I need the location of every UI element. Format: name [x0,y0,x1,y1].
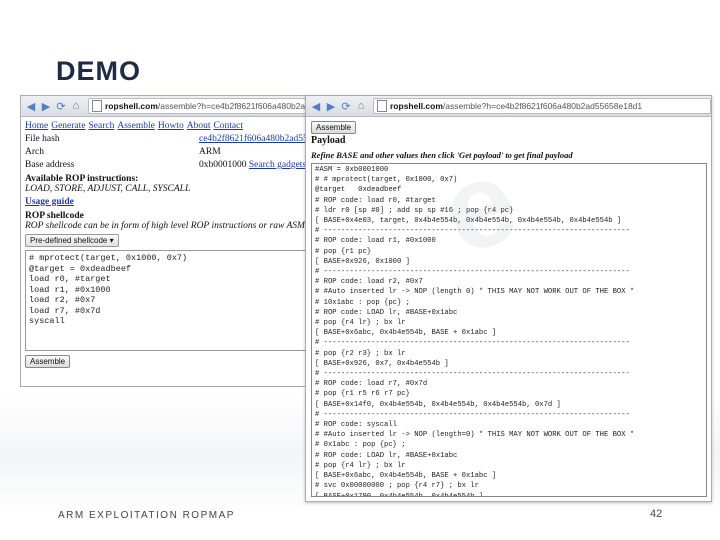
site-nav: Home Generate Search Assemble Howto About Cont… [25,121,315,131]
base-address-value: 0xb0001000 [199,160,247,170]
back-arrow-icon[interactable]: ◀ [24,99,38,113]
available-list: LOAD, STORE, ADJUST, CALL, SYSCALL [25,184,191,194]
chevron-down-icon: ▾ [109,236,114,245]
page-icon [377,100,387,112]
reload-icon[interactable]: ⟳ [54,99,68,113]
forward-arrow-icon[interactable]: ▶ [324,99,338,113]
browser-window-assemble: ◀ ▶ ⟳ ⌂ ropshell.com/assemble?h=ce4b2f86… [20,95,320,387]
browser-toolbar-2: ◀ ▶ ⟳ ⌂ ropshell.com/assemble?h=ce4b2f86… [306,96,711,117]
file-hash-row: File hash ce4b2f8621f606a480b2ad55 [25,134,315,144]
forward-arrow-icon[interactable]: ▶ [39,99,53,113]
page-content: Home Generate Search Assemble Howto About Cont… [21,117,319,372]
nav-link-about[interactable]: About [187,121,211,131]
nav-link-contact[interactable]: Contact [213,121,243,131]
address-bar[interactable]: ropshell.com/assemble?h=ce4b2f8621f606a4… [88,98,319,114]
file-hash-label: File hash [25,134,60,144]
nav-link-home[interactable]: Home [25,121,48,131]
reload-icon[interactable]: ⟳ [339,99,353,113]
nav-link-assemble[interactable]: Assemble [117,121,154,131]
url-path-2: /assemble?h=ce4b2f8621f606a480b2ad55658e… [442,101,643,111]
nav-link-generate[interactable]: Generate [51,121,85,131]
shellcode-select[interactable]: Pre-defined shellcode ▾ [25,234,119,247]
available-heading: Available ROP instructions: [25,174,139,184]
home-icon[interactable]: ⌂ [354,99,368,113]
nav-link-howto[interactable]: Howto [158,121,184,131]
arch-row: Arch ARM [25,147,315,157]
assemble-button-2[interactable]: Assemble [311,121,357,134]
base-address-row: Base address 0xb0001000 Search gadgets [25,160,315,170]
page-icon [92,100,102,112]
payload-heading: Payload [311,135,346,146]
shellcode-textarea[interactable]: # mprotect(target, 0x1000, 0x7) @target … [25,250,313,351]
shellcode-heading: ROP shellcode [25,211,84,221]
back-arrow-icon[interactable]: ◀ [309,99,323,113]
file-hash-link[interactable]: ce4b2f8621f606a480b2ad55 [199,134,308,144]
url-path: /assemble?h=ce4b2f8621f606a480b2ad5 [157,101,315,111]
search-gadgets-link[interactable]: Search gadgets [249,160,306,170]
nav-link-search[interactable]: Search [89,121,115,131]
base-address-label: Base address [25,160,75,170]
browser-window-payload: ◀ ▶ ⟳ ⌂ ropshell.com/assemble?h=ce4b2f86… [305,95,712,502]
url-host: ropshell.com [105,101,158,111]
browser-toolbar: ◀ ▶ ⟳ ⌂ ropshell.com/assemble?h=ce4b2f86… [21,96,319,117]
slide-title: DEMO [56,56,141,86]
payload-output[interactable]: #ASM = 0xb0001000 # # mprotect(target, 0… [311,163,707,497]
footer-title: ARM EXPLOITATION ROPMAP [58,510,235,521]
url-host-2: ropshell.com [390,101,443,111]
assemble-button[interactable]: Assemble [25,355,71,368]
page-number: 42 [650,508,663,520]
usage-guide-link[interactable]: Usage guide [25,197,74,207]
shellcode-note: ROP shellcode can be in form of high lev… [25,221,308,231]
shellcode-select-value: Pre-defined shellcode [30,236,108,245]
home-icon[interactable]: ⌂ [69,99,83,113]
payload-hint: Refine BASE and other values then click … [311,150,573,160]
address-bar-2[interactable]: ropshell.com/assemble?h=ce4b2f8621f606a4… [373,98,711,114]
arch-label: Arch [25,147,44,157]
arch-value: ARM [199,147,221,157]
payload-content: e Assemble Payload Refine BASE and other… [306,117,711,501]
